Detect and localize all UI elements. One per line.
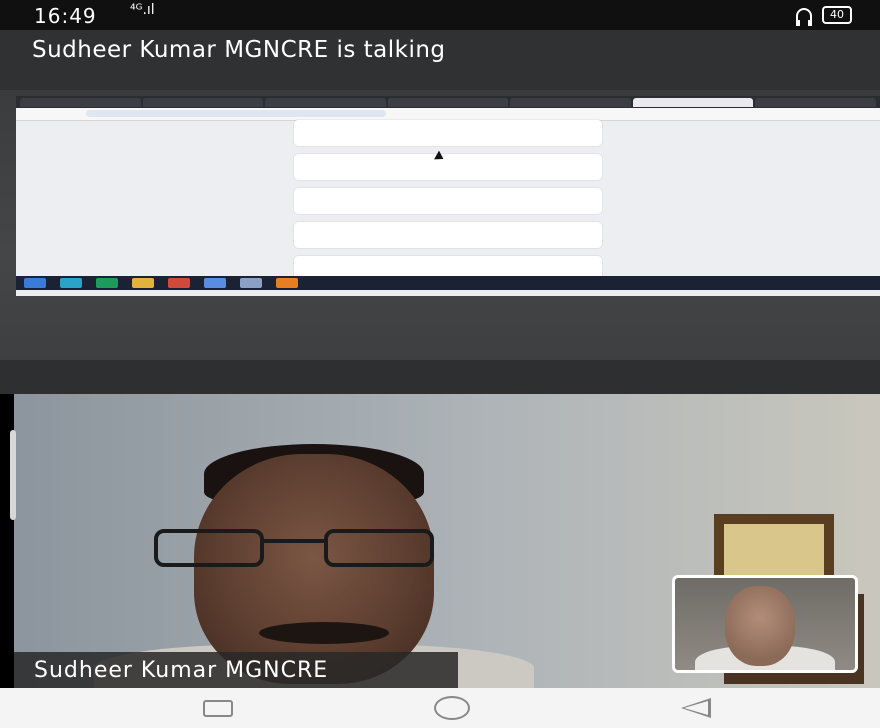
shared-form: [294, 120, 602, 295]
speaker-banner: Sudheer Kumar MGNCRE is talking: [0, 30, 880, 90]
signal-icon: ⁴ᴳ.ıl: [130, 2, 155, 18]
speaker-mustache: [259, 622, 389, 644]
back-icon[interactable]: [681, 698, 711, 718]
speaker-face: [194, 454, 434, 684]
screen-share-area[interactable]: [0, 90, 880, 360]
self-face: [725, 586, 795, 666]
shared-screen: [16, 96, 880, 296]
status-time: 16:49: [34, 4, 97, 28]
battery-icon: 40: [822, 6, 852, 24]
shared-browser-tabs: [16, 96, 880, 108]
status-bar: 16:49 ⁴ᴳ.ıl 40: [0, 0, 880, 30]
talking-indicator: Sudheer Kumar MGNCRE is talking: [32, 37, 446, 63]
self-view-thumbnail[interactable]: [672, 575, 858, 673]
shared-taskbar: [16, 276, 880, 290]
speaker-glasses: [154, 529, 454, 569]
recent-apps-icon[interactable]: [203, 700, 233, 717]
headset-icon: [796, 8, 812, 26]
speaker-name-label: Sudheer Kumar MGNCRE: [14, 652, 458, 688]
status-right-group: 40: [796, 6, 852, 26]
android-nav-bar: [0, 688, 880, 728]
panel-divider: [0, 360, 880, 394]
home-icon[interactable]: [434, 696, 470, 720]
side-drag-handle[interactable]: [10, 430, 16, 520]
